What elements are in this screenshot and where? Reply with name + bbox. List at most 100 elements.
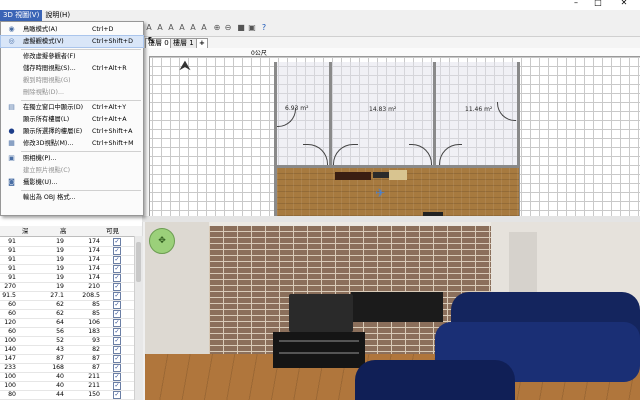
menu-item[interactable]: ◎ 虛擬觀模式(V) Ctrl+Shift+D	[0, 35, 144, 48]
toolbar: A A A A A A ⊕ ⊖ ■ ▣ ?	[142, 21, 640, 37]
menu-item[interactable]: ▣ 照相機(P)...	[1, 153, 143, 164]
menu-3d-view-dropdown: ◉ 鳥瞰模式(A) Ctrl+D ◎ 虛擬觀模式(V) Ctrl+Shift+D 修改虛擬參…	[0, 21, 144, 216]
3d-view[interactable]: ✥	[145, 222, 640, 400]
menu-item[interactable]: ◉ 鳥瞰模式(A) Ctrl+D	[1, 24, 143, 35]
navigation-arrows-icon[interactable]: ✥	[149, 228, 175, 254]
menu-separator	[21, 100, 141, 101]
piano[interactable]	[351, 292, 443, 322]
scroll-thumb[interactable]	[136, 242, 141, 282]
table-row[interactable]: 80 44 150 ✓	[0, 390, 142, 400]
menu-item-label: 刪除視點(D)...	[23, 89, 64, 96]
menu-item[interactable]: ◙ 攝影機(U)...	[1, 177, 143, 188]
table-cell: 140	[4, 346, 16, 353]
table-cell: 60	[8, 301, 16, 308]
table-cell: 80	[8, 391, 16, 398]
menu-item[interactable]: 顯示所有樓層(L) Ctrl+Alt+A	[1, 114, 143, 125]
column-depth[interactable]: 深	[22, 226, 29, 236]
maximize-button[interactable]: □	[588, 0, 608, 8]
menu-separator	[21, 190, 141, 191]
visible-checkbox[interactable]: ✓	[113, 373, 121, 381]
menu-item-label: 虛擬觀模式(V)	[23, 38, 64, 45]
help-icon[interactable]: ?	[259, 23, 269, 33]
tv-screen[interactable]	[289, 294, 353, 332]
text-italic-icon[interactable]: A	[177, 23, 187, 33]
photo-icon[interactable]: ▣	[247, 23, 257, 33]
close-button[interactable]: ✕	[610, 0, 638, 8]
menu-item-label: 觀到時間視點(G)	[23, 77, 71, 84]
ruler-left	[143, 56, 150, 216]
visible-checkbox[interactable]: ✓	[113, 319, 121, 327]
visible-checkbox[interactable]: ✓	[113, 310, 121, 318]
visible-checkbox[interactable]: ✓	[113, 247, 121, 255]
table-cell: 174	[88, 256, 100, 263]
zoom-in-icon[interactable]: ⊕	[212, 23, 222, 33]
font-size-icon[interactable]: A	[188, 23, 198, 33]
table-cell: 174	[88, 274, 100, 281]
visible-checkbox[interactable]: ✓	[113, 328, 121, 336]
table-cell: 43	[56, 346, 64, 353]
visible-checkbox[interactable]: ✓	[113, 256, 121, 264]
menu-help[interactable]: 說明(H)	[42, 10, 73, 21]
menu-item-shortcut: Ctrl+Alt+R	[92, 65, 127, 72]
table-cell: 174	[88, 265, 100, 272]
visible-checkbox[interactable]: ✓	[113, 364, 121, 372]
visible-checkbox[interactable]: ✓	[113, 382, 121, 390]
add-level-tab[interactable]: +	[196, 38, 208, 48]
text-style-icon[interactable]: A	[144, 23, 154, 33]
table-cell: 60	[8, 310, 16, 317]
visible-checkbox[interactable]: ✓	[113, 265, 121, 273]
visible-checkbox[interactable]: ✓	[113, 292, 121, 300]
table-cell: 100	[4, 337, 16, 344]
camera-icon[interactable]: ■	[236, 23, 246, 33]
text-icon[interactable]: A	[155, 23, 165, 33]
table-scrollbar[interactable]	[134, 236, 143, 400]
virtual-visitor-icon[interactable]: ✈	[375, 186, 389, 200]
menu-item-shortcut: Ctrl+Shift+A	[92, 128, 133, 135]
tv-stand[interactable]	[273, 332, 365, 368]
table-plan[interactable]	[389, 170, 407, 180]
table-cell: 19	[56, 256, 64, 263]
visible-checkbox[interactable]: ✓	[113, 337, 121, 345]
font-size-up-icon[interactable]: A	[199, 23, 209, 33]
ruler-top: 0公尺	[143, 48, 640, 57]
menu-item[interactable]: 儲存時間視點(S)... Ctrl+Alt+R	[1, 63, 143, 74]
table-cell: 19	[56, 283, 64, 290]
table-cell: 62	[56, 310, 64, 317]
tab-level-1[interactable]: 樓層 1	[170, 38, 197, 48]
menu-item[interactable]: 修改虛擬參觀者(F)	[1, 51, 143, 62]
column-height[interactable]: 高	[60, 226, 67, 236]
tv-stand-shelf	[279, 352, 359, 354]
menu-item[interactable]: ● 顯示所選擇的樓層(E) Ctrl+Shift+A	[1, 126, 143, 137]
visible-checkbox[interactable]: ✓	[113, 346, 121, 354]
menu-item[interactable]: ▤ 在獨立窗口中顯示(D) Ctrl+Alt+Y	[1, 102, 143, 113]
visible-checkbox[interactable]: ✓	[113, 274, 121, 282]
menu-item-label: 儲存時間視點(S)...	[23, 65, 76, 72]
menu-item-label: 顯示所有樓層(L)	[23, 116, 70, 123]
text-bold-icon[interactable]: A	[166, 23, 176, 33]
compass-icon[interactable]: ⮝	[177, 58, 193, 80]
room-area-label: 11.46 m²	[465, 106, 493, 113]
visible-checkbox[interactable]: ✓	[113, 355, 121, 363]
menu-item-label: 攝影機(U)...	[23, 179, 58, 186]
minimize-button[interactable]: –	[566, 0, 586, 8]
menu-separator	[21, 151, 141, 152]
table-cell: 233	[4, 364, 16, 371]
table-cell: 87	[92, 364, 100, 371]
menu-item[interactable]: ▦ 修改3D視點(M)... Ctrl+Shift+M	[1, 138, 143, 149]
visible-checkbox[interactable]: ✓	[113, 283, 121, 291]
armchair[interactable]	[355, 360, 515, 400]
room-area-label: 14.83 m²	[369, 106, 397, 113]
visible-checkbox[interactable]: ✓	[113, 238, 121, 246]
column-visible[interactable]: 可見	[106, 226, 119, 236]
table-cell: 19	[56, 247, 64, 254]
visible-checkbox[interactable]: ✓	[113, 301, 121, 309]
sofa-plan[interactable]	[335, 172, 371, 180]
table-cell: 87	[92, 355, 100, 362]
menu-3d-view[interactable]: 3D 視圖(V)	[0, 10, 43, 21]
menu-item-label: 顯示所選擇的樓層(E)	[23, 128, 83, 135]
visible-checkbox[interactable]: ✓	[113, 391, 121, 399]
tv-stand-plan[interactable]	[373, 172, 389, 178]
table-cell: 19	[56, 265, 64, 272]
menu-item[interactable]: 輸出為 OBJ 格式...	[1, 192, 143, 203]
zoom-out-icon[interactable]: ⊖	[223, 23, 233, 33]
